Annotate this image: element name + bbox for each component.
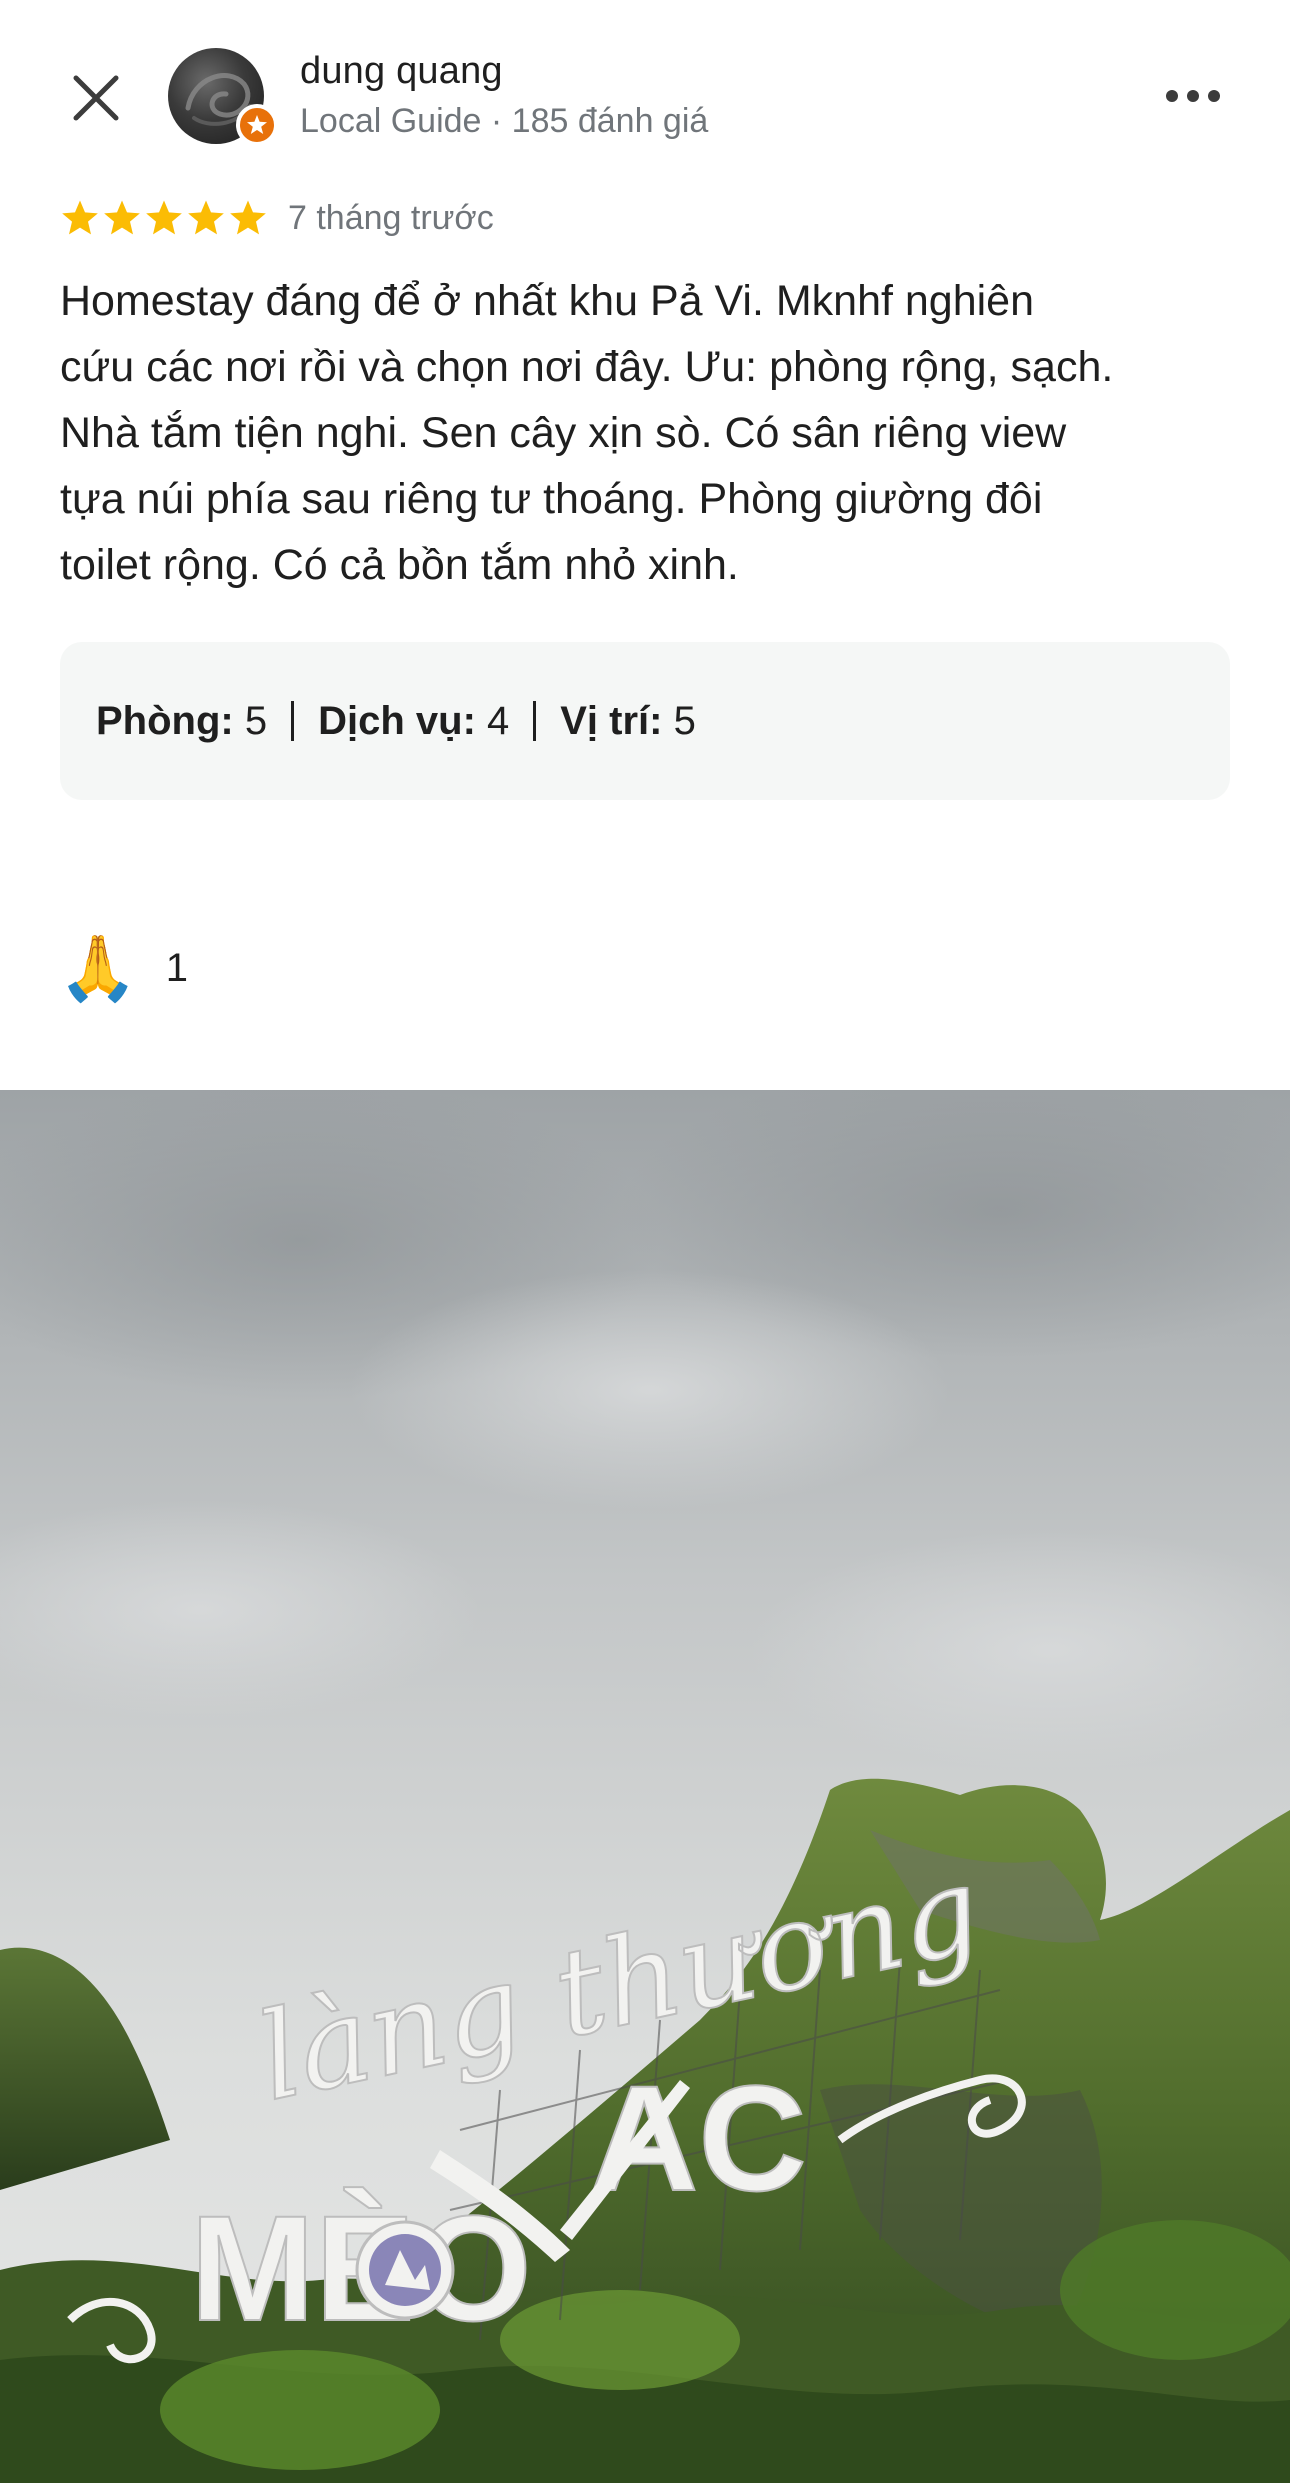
close-icon xyxy=(73,75,119,121)
review-text-line: toilet rộng. Có cả bồn tắm nhỏ xinh. xyxy=(60,541,739,589)
sign-text-right: AC xyxy=(590,2054,807,2222)
review-photo[interactable]: làng thương MÈO AC xyxy=(0,1090,1290,2483)
subrating-value: 5 xyxy=(662,698,696,743)
more-horizontal-icon xyxy=(1166,90,1220,102)
review-photo-image: làng thương MÈO AC xyxy=(0,1090,1290,2483)
subrating-item: Dịch vụ: 4 xyxy=(318,699,509,744)
review-text-line: tựa núi phía sau riêng tư thoáng. Phòng … xyxy=(60,475,1043,523)
subrating-value: 5 xyxy=(233,698,268,743)
close-button[interactable] xyxy=(56,58,136,138)
star-icon xyxy=(146,200,182,235)
star-icon xyxy=(62,200,98,235)
subrating-divider xyxy=(533,701,537,741)
user-meta: Local Guide · 185 đánh giá xyxy=(300,102,709,140)
star-icon xyxy=(104,200,140,235)
subratings-box: Phòng: 5 Dịch vụ: 4 Vị trí: 5 xyxy=(60,642,1230,800)
local-guide-star-icon xyxy=(236,104,278,146)
review-time: 7 tháng trước xyxy=(288,198,494,237)
star-icon xyxy=(230,200,266,235)
subrating-label: Dịch vụ: xyxy=(318,698,476,743)
review-text: Homestay đáng để ở nhất khu Pả Vi. Mknhf… xyxy=(60,268,1240,598)
folded-hands-icon: 🙏 xyxy=(58,932,138,1004)
subrating-label: Vị trí: xyxy=(560,698,663,743)
review-text-line: Homestay đáng để ở nhất khu Pả Vi. Mknhf… xyxy=(60,277,1035,325)
subrating-value: 4 xyxy=(475,698,510,743)
star-rating xyxy=(60,198,268,238)
more-options-button[interactable] xyxy=(1150,66,1236,126)
review-text-line: cứu các nơi rồi và chọn nơi đây. Ưu: phò… xyxy=(60,343,1114,391)
subrating-item: Phòng: 5 xyxy=(96,699,267,744)
subrating-divider xyxy=(291,701,295,741)
subrating-label: Phòng: xyxy=(96,698,234,743)
subrating-item: Vị trí: 5 xyxy=(560,699,696,744)
reaction-count: 1 xyxy=(165,945,188,990)
user-name[interactable]: dung quang xyxy=(300,50,503,93)
review-detail-page: dung quang Local Guide · 185 đánh giá 7 … xyxy=(0,0,1290,2483)
review-header: dung quang Local Guide · 185 đánh giá xyxy=(0,0,1290,190)
review-text-line: Nhà tắm tiện nghi. Sen cây xịn sò. Có sâ… xyxy=(60,409,1067,457)
reaction-button[interactable]: 🙏 1 xyxy=(58,928,188,1008)
star-icon xyxy=(188,200,224,235)
rating-row: 7 tháng trước xyxy=(60,196,494,240)
